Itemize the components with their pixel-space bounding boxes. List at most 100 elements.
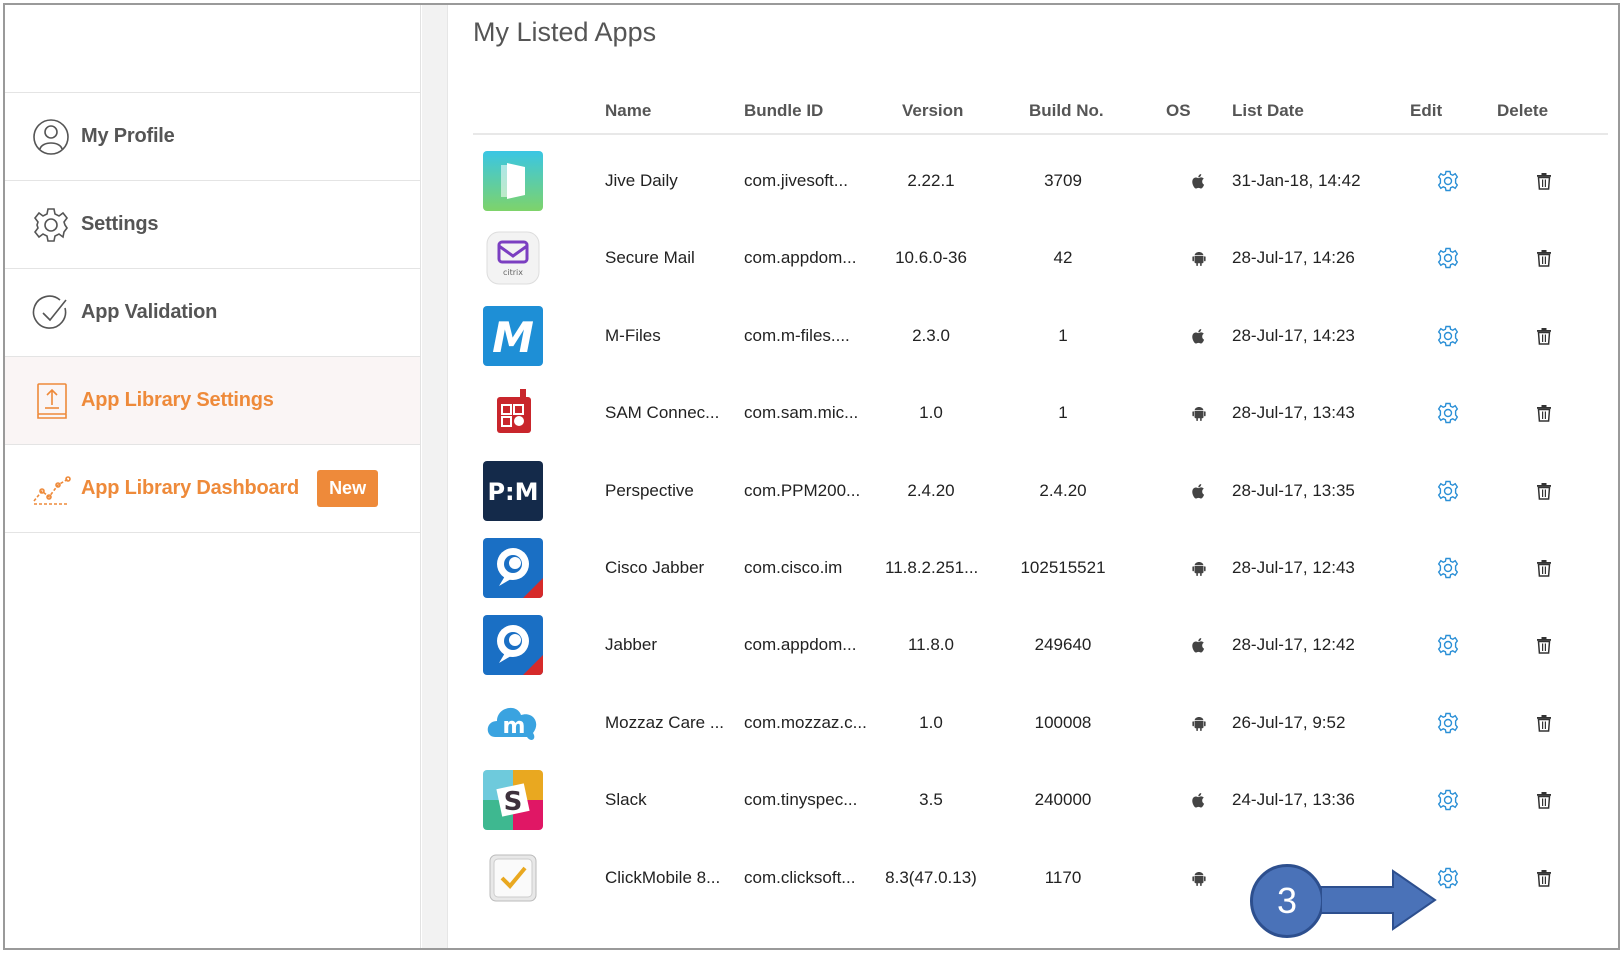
sidebar-item-settings[interactable]: Settings [5, 181, 420, 269]
edit-gear-icon[interactable] [1437, 557, 1459, 579]
app-name[interactable]: SAM Connec... [605, 403, 719, 423]
step-callout: 3 [1250, 864, 1324, 938]
app-name[interactable]: ClickMobile 8... [605, 868, 720, 888]
m-files-icon: M [483, 305, 543, 366]
table-row[interactable]: citrix Secure Mail com.appdom... 10.6.0-… [473, 218, 1608, 298]
bundle-id: com.PPM200... [744, 480, 861, 500]
apple-icon [1190, 482, 1208, 500]
version: 3.5 [919, 790, 943, 810]
sidebar-item-app-validation[interactable]: App Validation [5, 269, 420, 357]
bundle-id: com.appdom... [744, 248, 857, 268]
column-header-edit: Edit [1410, 101, 1443, 120]
trash-icon[interactable] [1536, 714, 1552, 732]
apple-icon [1190, 172, 1208, 190]
column-header-version[interactable]: Version [902, 101, 963, 121]
sam-connect-icon [483, 383, 543, 444]
app-name[interactable]: M-Files [605, 326, 661, 346]
app-name[interactable]: Jive Daily [605, 171, 678, 191]
sidebar-item-my-profile[interactable]: My Profile [5, 93, 420, 181]
table-row[interactable]: Jabber com.appdom... 11.8.0 249640 28-Ju… [473, 605, 1608, 685]
list-date: 28-Jul-17, 12:42 [1232, 635, 1355, 655]
edit-gear-icon[interactable] [1437, 867, 1459, 889]
edit-gear-icon[interactable] [1437, 712, 1459, 734]
table-row[interactable]: Jive Daily com.jivesoft... 2.22.1 3709 3… [473, 141, 1608, 221]
svg-text:M: M [492, 313, 534, 362]
sidebar-item-app-library-dashboard[interactable]: App Library Dashboard New [5, 445, 420, 533]
bundle-id: com.appdom... [744, 635, 857, 655]
app-name[interactable]: Slack [605, 790, 647, 810]
trash-icon[interactable] [1536, 249, 1552, 268]
app-name[interactable]: Cisco Jabber [605, 558, 704, 578]
android-icon [1190, 869, 1208, 887]
trash-icon[interactable] [1536, 559, 1552, 577]
table-row[interactable]: ClickMobile 8... com.clicksoft... 8.3(47… [473, 838, 1608, 918]
trash-icon[interactable] [1536, 869, 1552, 887]
svg-text:S: S [504, 787, 523, 817]
trash-icon[interactable] [1536, 327, 1552, 345]
edit-gear-icon[interactable] [1437, 325, 1459, 347]
edit-gear-icon[interactable] [1437, 402, 1459, 424]
app-name[interactable]: Mozzaz Care ... [605, 713, 724, 733]
jabber-icon [483, 615, 543, 676]
edit-gear-icon[interactable] [1437, 480, 1459, 502]
bundle-id: com.sam.mic... [744, 403, 859, 423]
app-name[interactable]: Secure Mail [605, 248, 695, 268]
table-row[interactable]: SAM Connec... com.sam.mic... 1.0 1 28-Ju… [473, 373, 1608, 453]
list-date: 28-Jul-17, 12:43 [1232, 558, 1355, 577]
trash-icon[interactable] [1536, 404, 1552, 422]
app-name[interactable]: Perspective [605, 481, 694, 501]
table-row[interactable]: P:M Perspective com.PPM200... 2.4.20 2.4… [473, 451, 1608, 531]
trash-icon[interactable] [1536, 636, 1552, 655]
edit-gear-icon[interactable] [1437, 247, 1459, 269]
android-icon [1190, 404, 1208, 422]
content-gutter [422, 5, 448, 948]
trash-icon[interactable] [1536, 791, 1552, 809]
table-row[interactable]: M M-Files com.m-files.... 2.3.0 1 28-Jul… [473, 296, 1608, 376]
trash-icon[interactable] [1536, 482, 1552, 500]
column-header-name[interactable]: Name [605, 101, 651, 121]
page-title: My Listed Apps [473, 17, 657, 47]
sidebar-item-label: Settings [81, 213, 159, 235]
android-icon [1190, 559, 1208, 577]
column-header-delete: Delete [1497, 101, 1549, 120]
apple-icon [1190, 791, 1208, 809]
app-window: My Profile Settings App Validation App L… [3, 3, 1620, 950]
app-name[interactable]: Jabber [605, 635, 657, 655]
column-header-os[interactable]: OS [1166, 101, 1191, 121]
apple-icon [1190, 636, 1208, 654]
sidebar-item-label: App Library Dashboard [81, 477, 300, 499]
secure-mail-icon: citrix [483, 228, 543, 288]
sidebar-item-label: My Profile [81, 125, 175, 147]
bundle-id: com.tinyspec... [744, 790, 858, 810]
list-date: 28-Jul-17, 13:43 [1232, 403, 1355, 423]
jive-daily-icon [483, 151, 543, 211]
sidebar-item-label: App Library Settings [81, 389, 274, 411]
bundle-id: com.clicksoft... [744, 867, 856, 887]
gear-icon [31, 205, 71, 245]
trend-chart-icon [31, 469, 71, 509]
version: 10.6.0-36 [895, 248, 967, 268]
edit-gear-icon[interactable] [1437, 789, 1459, 811]
list-date: 28-Jul-17, 13:35 [1232, 480, 1355, 500]
list-date: 28-Jul-17, 14:23 [1232, 325, 1355, 345]
build-number: 1 [1058, 403, 1068, 423]
bundle-id: com.m-files.... [744, 325, 850, 345]
cisco-jabber-icon [483, 538, 543, 598]
callout-arrow [1321, 869, 1437, 931]
column-header-list-date[interactable]: List Date [1232, 101, 1304, 121]
column-header-build-no[interactable]: Build No. [1029, 101, 1104, 121]
version: 1.0 [919, 712, 943, 732]
version: 1.0 [919, 403, 943, 423]
edit-gear-icon[interactable] [1437, 170, 1459, 192]
column-header-bundle-id[interactable]: Bundle ID [744, 101, 823, 121]
build-number: 240000 [1034, 790, 1092, 810]
sidebar-item-app-library-settings[interactable]: App Library Settings [5, 357, 420, 445]
table-row[interactable]: Cisco Jabber com.cisco.im 11.8.2.251... … [473, 528, 1608, 608]
svg-text:citrix: citrix [503, 268, 523, 277]
edit-gear-icon[interactable] [1437, 634, 1459, 656]
table-row[interactable]: S Slack com.tinyspec... 3.5 240000 24-Ju… [473, 760, 1608, 840]
build-number: 2.4.20 [1039, 480, 1087, 500]
svg-text:m: m [503, 714, 526, 739]
table-row[interactable]: m Mozzaz Care ... com.mozzaz.c... 1.0 10… [473, 683, 1608, 763]
trash-icon[interactable] [1536, 172, 1552, 190]
